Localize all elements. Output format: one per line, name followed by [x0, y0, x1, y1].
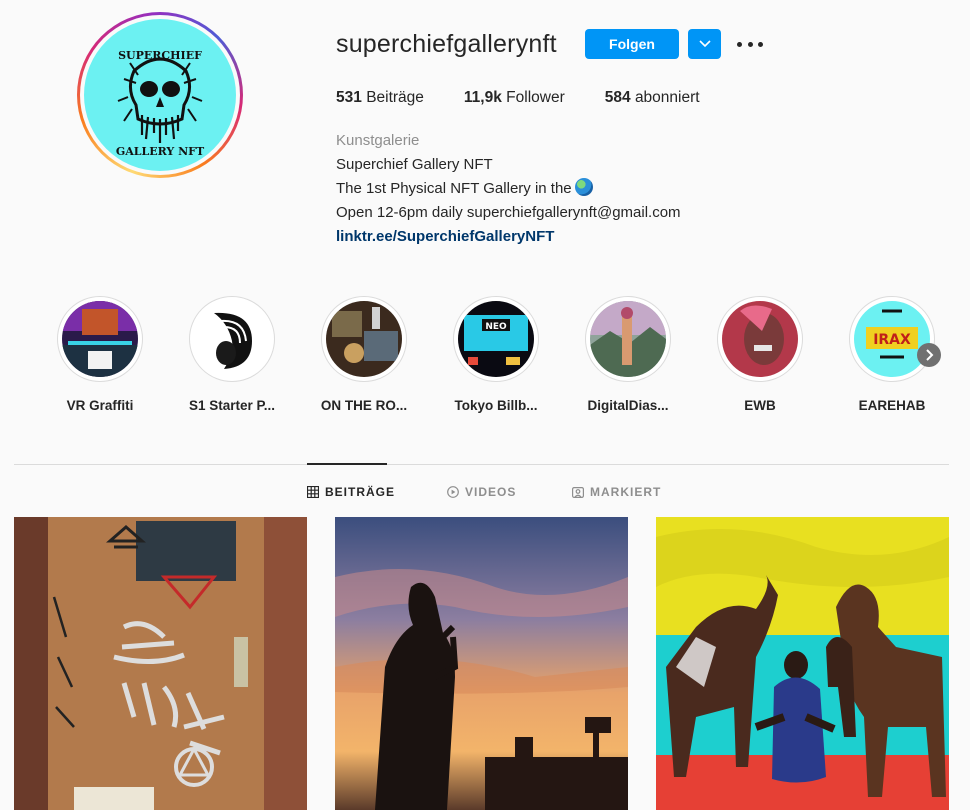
highlight-thumb-s1-starter: [194, 301, 270, 377]
highlight-ring: [189, 296, 275, 382]
play-icon: [447, 486, 459, 498]
bio-line-gallery: The 1st Physical NFT Gallery in the: [336, 177, 681, 201]
highlights-next-button[interactable]: [917, 343, 941, 367]
bio-line-hours: Open 12-6pm daily superchiefgallerynft@g…: [336, 204, 681, 221]
tab-tagged-label: MARKIERT: [590, 485, 662, 499]
highlight-thumb-ewb: [722, 301, 798, 377]
highlight-ring: [717, 296, 803, 382]
following-count-label: abonniert: [634, 89, 700, 106]
dot-icon: [747, 41, 753, 47]
tab-videos[interactable]: VIDEOS: [447, 485, 516, 499]
post-thumbnail[interactable]: [335, 517, 628, 810]
post-image-sunset-silhouette: [335, 517, 628, 810]
tab-tagged[interactable]: MARKIERT: [572, 485, 661, 499]
highlight-thumb-tokyo-text: NEO: [485, 322, 507, 332]
highlight-thumbnail: [722, 301, 798, 377]
followers-count-value: 11,9k: [463, 89, 502, 106]
skull-logo-icon: SUPERCHIEF GALLERY NFT: [116, 49, 205, 158]
profile-stats: 531 Beiträge 11,9k Follower 584 abonnier…: [336, 89, 740, 107]
tag-icon: [572, 486, 584, 498]
following-count[interactable]: 584 abonniert: [605, 89, 700, 107]
highlight-digital-diaspora[interactable]: DigitalDias...: [578, 296, 678, 413]
suggestions-dropdown-button[interactable]: [688, 29, 721, 59]
tab-posts[interactable]: BEITRÄGE: [307, 485, 395, 499]
followers-count[interactable]: 11,9k Follower: [464, 89, 565, 107]
tab-videos-label: VIDEOS: [465, 485, 517, 499]
tabs-divider: [14, 464, 949, 465]
highlight-thumb-earehab: IRAX: [854, 301, 930, 377]
followers-count-label: Follower: [506, 89, 565, 106]
highlight-s1-starter[interactable]: S1 Starter P...: [182, 296, 282, 413]
chevron-right-icon: [926, 349, 934, 361]
avatar-inner: SUPERCHIEF GALLERY NFT: [80, 15, 240, 175]
highlight-ring: NEO: [453, 296, 539, 382]
globe-emoji-icon: [574, 178, 593, 196]
active-tab-indicator: [307, 463, 387, 465]
highlight-thumb-vr-graffiti: [62, 301, 138, 377]
highlight-ring: [585, 296, 671, 382]
dot-icon: [758, 41, 763, 47]
posts-count-label: Beiträge: [366, 89, 424, 106]
post-image-graffiti-door: [14, 517, 307, 810]
highlight-vr-graffiti[interactable]: VR Graffiti: [50, 296, 150, 413]
highlight-ring: [57, 296, 143, 382]
highlight-label: EAREHAB: [858, 398, 926, 413]
more-options-button[interactable]: [737, 34, 763, 54]
grid-icon: [307, 486, 319, 498]
post-thumbnail[interactable]: [656, 517, 949, 810]
profile-bio: Kunstgalerie Superchief Gallery NFT The …: [336, 129, 681, 249]
post-image-horses-beach: [656, 517, 949, 810]
profile-username: superchiefgallerynft: [336, 30, 557, 58]
follow-button[interactable]: Folgen: [585, 29, 679, 59]
bio-line-1-text: The 1st Physical NFT Gallery in the: [336, 180, 572, 197]
bio-display-name: Superchief Gallery NFT: [336, 156, 493, 173]
highlight-on-the-road[interactable]: ON THE RO...: [314, 296, 414, 413]
highlight-ring: [321, 296, 407, 382]
highlight-ewb[interactable]: EWB: [710, 296, 810, 413]
profile-avatar-ring[interactable]: SUPERCHIEF GALLERY NFT: [77, 12, 243, 178]
highlight-thumbnail: [194, 301, 270, 377]
tab-posts-label: BEITRÄGE: [325, 485, 396, 499]
post-thumbnail[interactable]: [14, 517, 307, 810]
highlight-thumb-earehab-text: IRAX: [873, 332, 911, 348]
following-count-value: 584: [604, 89, 631, 106]
highlight-label: VR Graffiti: [66, 398, 134, 413]
posts-count-value: 531: [336, 89, 362, 106]
highlight-thumbnail: [326, 301, 402, 377]
avatar-logo-text-bottom: GALLERY NFT: [116, 145, 205, 158]
highlight-label: DigitalDias...: [587, 398, 669, 413]
highlight-label: S1 Starter P...: [188, 398, 276, 413]
highlight-thumbnail: [62, 301, 138, 377]
highlight-label: ON THE RO...: [320, 398, 408, 413]
posts-count: 531 Beiträge: [336, 89, 424, 107]
profile-avatar: SUPERCHIEF GALLERY NFT: [84, 19, 236, 171]
highlight-label: Tokyo Billb...: [454, 398, 538, 413]
highlight-thumbnail: NEO: [458, 301, 534, 377]
dot-icon: [737, 41, 742, 47]
highlight-thumb-tokyo: NEO: [458, 301, 534, 377]
highlight-ring: IRAX: [849, 296, 935, 382]
bio-category: Kunstgalerie: [336, 132, 420, 149]
bio-external-link[interactable]: linktr.ee/SuperchiefGalleryNFT: [336, 225, 681, 249]
highlight-thumb-digital-diaspora: [590, 301, 666, 377]
avatar-logo-text-top: SUPERCHIEF: [118, 49, 202, 62]
highlight-thumbnail: [590, 301, 666, 377]
highlight-thumb-on-the-road: [326, 301, 402, 377]
highlight-tokyo-billboard[interactable]: NEO Tokyo Billb...: [446, 296, 546, 413]
chevron-down-icon: [698, 40, 711, 48]
highlight-thumbnail: IRAX: [854, 301, 930, 377]
highlight-label: EWB: [744, 398, 776, 413]
